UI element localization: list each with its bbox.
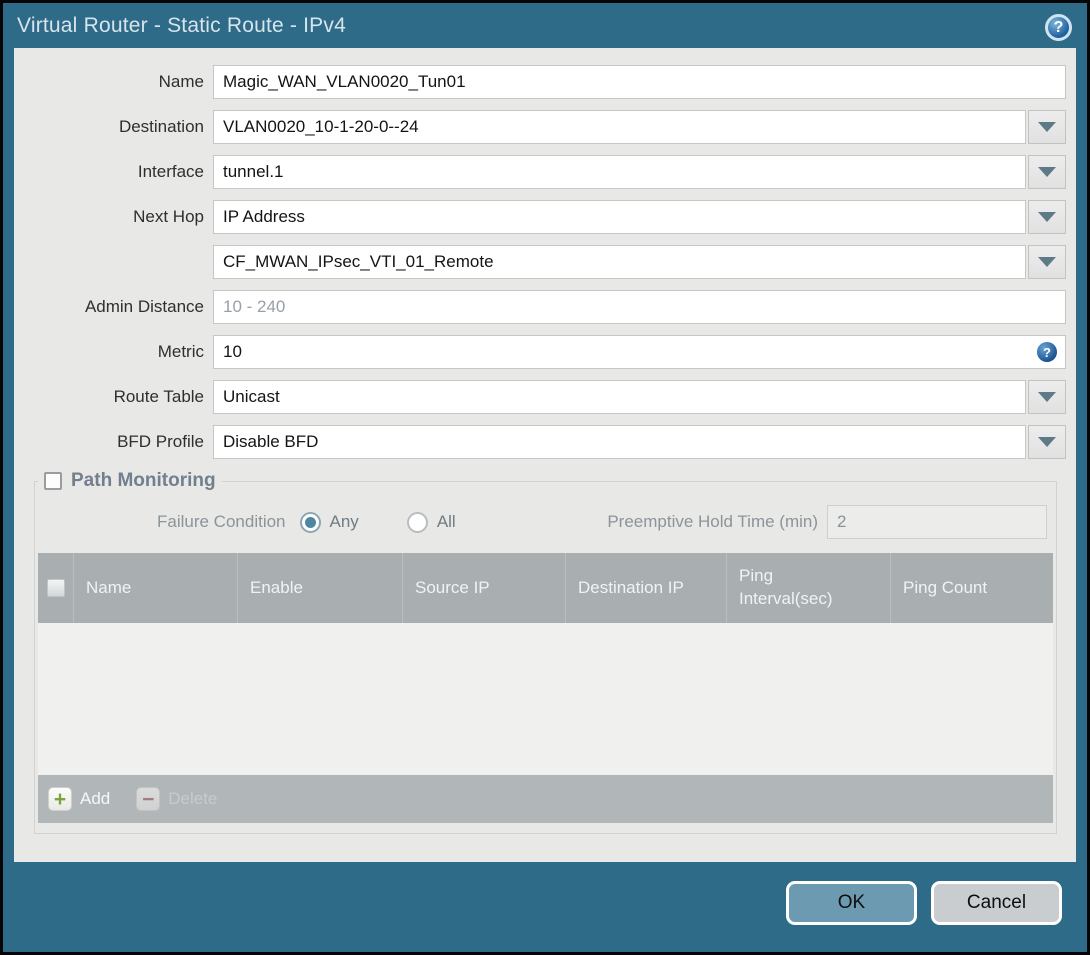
next-hop-address-dropdown-button[interactable]: [1028, 245, 1066, 279]
destination-label: Destination: [118, 117, 204, 136]
form-row-admin-distance: Admin Distance: [14, 290, 1066, 324]
cancel-button[interactable]: Cancel: [931, 881, 1062, 925]
column-header-destination-ip[interactable]: Destination IP: [565, 553, 726, 623]
form-row-interface: Interface: [14, 155, 1066, 189]
column-header-ping-interval[interactable]: Ping Interval(sec): [726, 553, 890, 623]
interface-label: Interface: [137, 162, 204, 181]
form-row-metric: Metric ?: [14, 335, 1066, 369]
destination-dropdown-button[interactable]: [1028, 110, 1066, 144]
next-hop-label: Next Hop: [133, 207, 204, 226]
table-body: [38, 623, 1053, 775]
admin-distance-label: Admin Distance: [84, 297, 204, 316]
help-icon-glyph: ?: [1053, 18, 1064, 36]
failure-condition-row: Failure Condition Any All Preemptive Hol…: [38, 505, 1053, 539]
metric-label: Metric: [157, 342, 204, 361]
delete-button-label: Delete: [168, 789, 218, 808]
radio-all-label: All: [436, 512, 456, 531]
interface-input[interactable]: [213, 155, 1026, 189]
bfd-profile-input[interactable]: [213, 425, 1026, 459]
form-row-destination: Destination: [14, 110, 1066, 144]
form-row-bfd-profile: BFD Profile: [14, 425, 1066, 459]
add-icon: +: [48, 787, 72, 811]
name-label: Name: [158, 72, 204, 91]
page-title: Virtual Router - Static Route - IPv4: [17, 13, 346, 37]
chevron-down-icon: [1038, 392, 1056, 402]
chevron-down-icon: [1038, 167, 1056, 177]
preemptive-hold-time-input[interactable]: [827, 505, 1047, 539]
form-row-next-hop-address: [14, 245, 1066, 279]
path-monitoring-title: Path Monitoring: [71, 470, 216, 491]
preemptive-hold-time-label: Preemptive Hold Time (min): [607, 512, 818, 531]
add-button[interactable]: + Add: [48, 787, 110, 811]
next-hop-dropdown-button[interactable]: [1028, 200, 1066, 234]
dialog-window: Virtual Router - Static Route - IPv4 ? N…: [0, 0, 1090, 955]
path-monitoring-section: Path Monitoring Failure Condition Any Al…: [34, 470, 1057, 834]
chevron-down-icon: [1038, 212, 1056, 222]
ok-button[interactable]: OK: [786, 881, 917, 925]
route-table-label: Route Table: [113, 387, 204, 406]
chevron-down-icon: [1038, 437, 1056, 447]
chevron-down-icon: [1038, 122, 1056, 132]
path-monitoring-legend: Path Monitoring: [38, 470, 222, 492]
table-header: Name Enable Source IP Destination IP Pin…: [38, 553, 1053, 623]
failure-condition-label: Failure Condition: [157, 512, 286, 531]
form-row-route-table: Route Table: [14, 380, 1066, 414]
delete-icon: −: [136, 787, 161, 811]
radio-dot: [304, 516, 316, 528]
interface-dropdown-button[interactable]: [1028, 155, 1066, 189]
form-row-name: Name: [14, 65, 1066, 99]
bfd-profile-dropdown-button[interactable]: [1028, 425, 1066, 459]
dialog-actions: OK Cancel: [3, 862, 1087, 952]
help-icon[interactable]: ?: [1045, 14, 1072, 41]
path-monitoring-checkbox[interactable]: [44, 472, 62, 490]
radio-all[interactable]: [406, 511, 428, 533]
metric-input[interactable]: [213, 335, 1066, 369]
route-table-dropdown-button[interactable]: [1028, 380, 1066, 414]
select-all-checkbox[interactable]: [46, 579, 65, 597]
table-footer: + Add − Delete: [38, 775, 1053, 823]
info-icon-glyph: ?: [1043, 344, 1051, 360]
column-header-source-ip[interactable]: Source IP: [402, 553, 565, 623]
next-hop-address-input[interactable]: [213, 245, 1026, 279]
destination-input[interactable]: [213, 110, 1026, 144]
column-header-name[interactable]: Name: [73, 553, 237, 623]
name-input[interactable]: [213, 65, 1066, 99]
header-checkbox-cell: [38, 553, 73, 623]
radio-any[interactable]: [299, 511, 321, 533]
path-monitoring-table: Name Enable Source IP Destination IP Pin…: [38, 553, 1053, 823]
bfd-profile-label: BFD Profile: [117, 432, 204, 451]
column-header-enable[interactable]: Enable: [237, 553, 402, 623]
admin-distance-input[interactable]: [213, 290, 1066, 324]
form-row-next-hop: Next Hop: [14, 200, 1066, 234]
column-header-ping-count[interactable]: Ping Count: [890, 553, 1053, 623]
info-icon: ?: [1037, 342, 1057, 362]
route-table-input[interactable]: [213, 380, 1026, 414]
radio-any-label: Any: [329, 512, 359, 531]
add-button-label: Add: [80, 789, 111, 808]
dialog-body: Name Destination Interface: [14, 48, 1076, 862]
chevron-down-icon: [1038, 257, 1056, 267]
delete-button[interactable]: − Delete: [136, 787, 217, 811]
title-bar: Virtual Router - Static Route - IPv4 ?: [3, 3, 1087, 48]
next-hop-type-input[interactable]: [213, 200, 1026, 234]
